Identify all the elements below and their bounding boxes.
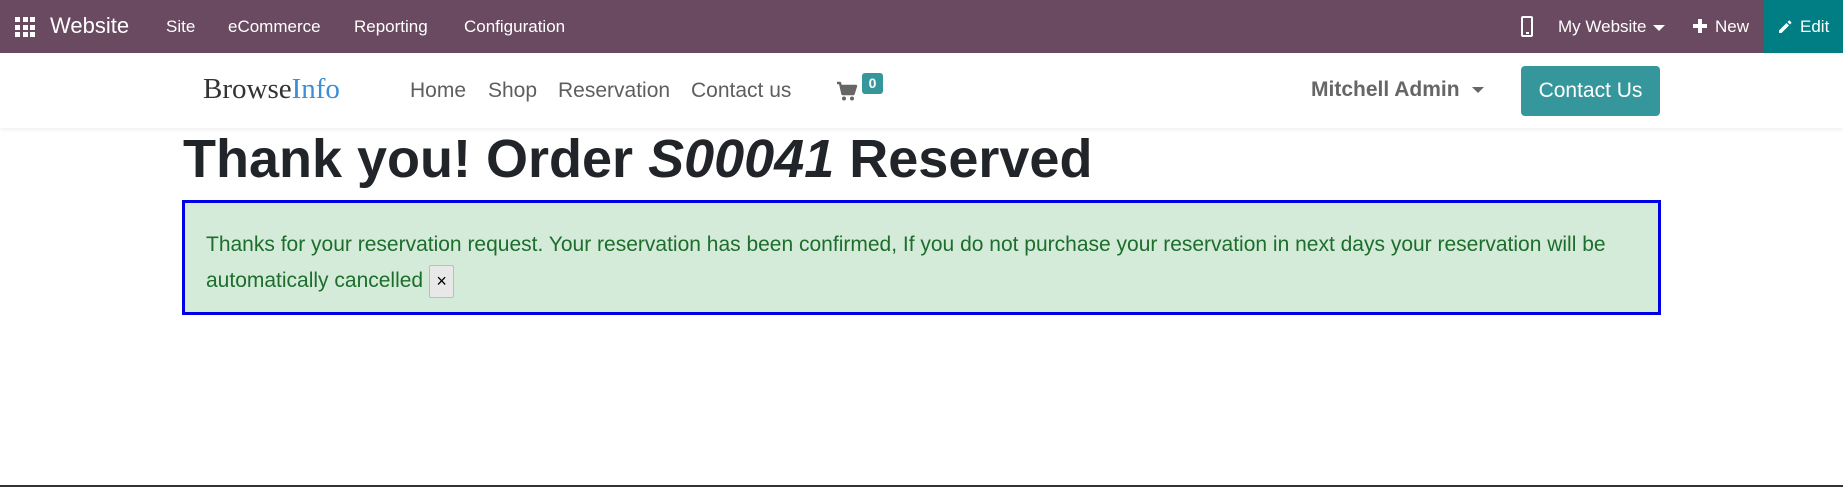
title-prefix: Thank you! Order xyxy=(183,129,649,189)
reservation-confirmation-alert: Thanks for your reservation request. You… xyxy=(182,200,1661,315)
page-title: Thank you! Order S00041 Reserved xyxy=(183,128,1092,190)
apps-grid-icon[interactable] xyxy=(15,17,35,37)
edit-button[interactable]: Edit xyxy=(1764,0,1843,53)
cart-count-badge: 0 xyxy=(862,73,883,94)
menu-ecommerce[interactable]: eCommerce xyxy=(228,17,321,37)
user-menu[interactable]: Mitchell Admin xyxy=(1311,78,1484,102)
caret-down-icon xyxy=(1652,24,1665,31)
admin-navbar: Website Site eCommerce Reporting Configu… xyxy=(0,0,1843,53)
nav-home[interactable]: Home xyxy=(410,79,466,103)
pencil-icon xyxy=(1779,20,1792,33)
alert-message: Thanks for your reservation request. You… xyxy=(206,233,1606,292)
menu-reporting[interactable]: Reporting xyxy=(354,17,428,37)
menu-site[interactable]: Site xyxy=(166,17,195,37)
plus-icon[interactable] xyxy=(1693,19,1707,33)
menu-configuration[interactable]: Configuration xyxy=(464,17,565,37)
title-suffix: Reserved xyxy=(834,129,1093,189)
website-selector-label: My Website xyxy=(1558,17,1647,36)
edit-label: Edit xyxy=(1800,17,1830,36)
logo-text-info: Info xyxy=(291,73,340,105)
website-selector[interactable]: My Website xyxy=(1558,17,1665,37)
shopping-cart-icon[interactable] xyxy=(836,80,858,102)
order-number: S00041 xyxy=(648,129,835,189)
logo-text-browse: Browse xyxy=(203,73,292,105)
mobile-preview-icon[interactable] xyxy=(1521,16,1533,37)
contact-us-button[interactable]: Contact Us xyxy=(1521,66,1660,116)
nav-shop[interactable]: Shop xyxy=(488,79,537,103)
user-name: Mitchell Admin xyxy=(1311,78,1460,101)
app-brand[interactable]: Website xyxy=(50,13,129,39)
alert-close-button[interactable]: × xyxy=(429,264,455,298)
new-button[interactable]: New xyxy=(1715,17,1749,37)
caret-down-icon xyxy=(1471,87,1484,94)
site-logo[interactable]: BrowseInfo xyxy=(203,73,340,106)
nav-reservation[interactable]: Reservation xyxy=(558,79,670,103)
website-header: BrowseInfo Home Shop Reservation Contact… xyxy=(0,53,1843,128)
nav-contact-us[interactable]: Contact us xyxy=(691,79,791,103)
